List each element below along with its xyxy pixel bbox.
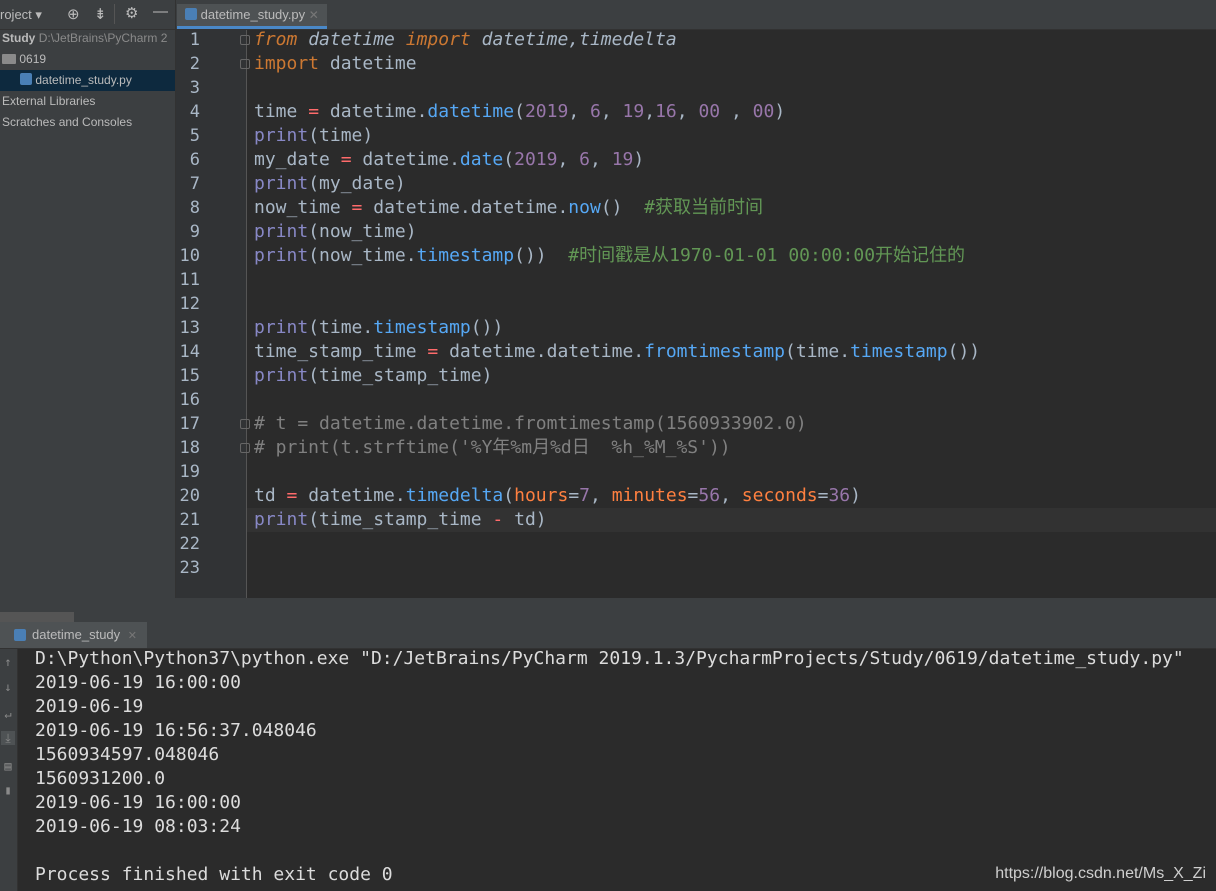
folder-icon (2, 54, 16, 64)
editor-tab-bar (176, 0, 1216, 30)
line-number: 23 (179, 558, 200, 578)
fold-marker[interactable] (240, 419, 250, 429)
python-run-icon (14, 629, 26, 641)
run-tab-datetime-study[interactable]: datetime_study ✕ (0, 622, 147, 648)
tree-file-datetime-study[interactable]: datetime_study.py (0, 70, 175, 91)
code-line[interactable]: time_stamp_time = datetime.datetime.from… (254, 340, 980, 364)
console-line: 2019-06-19 16:00:00 (35, 672, 241, 693)
line-number: 19 (179, 462, 200, 482)
minimize-icon[interactable]: — (153, 3, 168, 20)
trash-icon[interactable]: ▮ (1, 783, 15, 797)
code-line[interactable]: print(now_time) (254, 220, 417, 244)
watermark: https://blog.csdn.net/Ms_X_Zi (995, 865, 1206, 882)
line-number: 5 (189, 126, 200, 146)
code-line[interactable]: print(time) (254, 124, 373, 148)
close-icon[interactable]: ✕ (128, 630, 137, 642)
scroll-end-icon[interactable]: ⤓ (1, 731, 15, 745)
line-number: 2 (189, 54, 200, 74)
code-line[interactable]: print(now_time.timestamp()) #时间戳是从1970-0… (254, 244, 965, 268)
line-number: 21 (179, 510, 200, 530)
print-icon[interactable]: ▤ (1, 759, 15, 773)
line-number: 14 (179, 342, 200, 362)
arrow-up-icon[interactable]: ↑ (1, 655, 15, 669)
run-tab-bar (0, 622, 1216, 649)
code-line[interactable]: print(time.timestamp()) (254, 316, 503, 340)
console-line: D:\Python\Python37\python.exe "D:/JetBra… (35, 648, 1184, 669)
horizontal-scrollbar[interactable] (0, 612, 74, 622)
fold-marker[interactable] (240, 59, 250, 69)
code-line[interactable]: my_date = datetime.date(2019, 6, 19) (254, 148, 644, 172)
run-tab-label: datetime_study (32, 627, 121, 642)
tree-scratches[interactable]: Scratches and Consoles (0, 112, 177, 133)
panel-splitter[interactable] (0, 598, 1216, 622)
code-line[interactable]: time = datetime.datetime(2019, 6, 19,16,… (254, 100, 785, 124)
line-number: 11 (179, 270, 200, 290)
line-number: 7 (189, 174, 200, 194)
project-toolbar: roject ▾ ⊕ ⇟ ⚙ — (0, 0, 175, 30)
tree-external-libraries[interactable]: External Libraries (0, 91, 177, 112)
editor-tab-datetime-study[interactable]: datetime_study.py ✕ (177, 4, 327, 29)
line-number: 9 (189, 222, 200, 242)
tree-file-label: datetime_study.py (35, 73, 132, 87)
code-line[interactable]: print(time_stamp_time - td) (254, 508, 547, 532)
arrow-down-icon[interactable]: ↓ (1, 680, 15, 694)
line-number: 8 (189, 198, 200, 218)
collapse-icon[interactable]: ⇟ (94, 5, 107, 23)
line-number: 18 (179, 438, 200, 458)
line-number: 4 (189, 102, 200, 122)
soft-wrap-icon[interactable]: ↵ (1, 707, 15, 721)
tree-folder-0619[interactable]: 0619 (0, 49, 177, 70)
line-number: 16 (179, 390, 200, 410)
run-side-toolbar: ↑ ↓ ↵ ⤓ ▤ ▮ (0, 649, 18, 891)
line-number: 3 (189, 78, 200, 98)
code-line[interactable]: td = datetime.timedelta(hours=7, minutes… (254, 484, 861, 508)
fold-marker[interactable] (240, 35, 250, 45)
line-number: 1 (189, 30, 200, 50)
code-line[interactable]: # print(t.strftime('%Y年%m月%d日 %h_%M_%S')… (254, 436, 731, 460)
python-file-icon (20, 73, 32, 85)
console-line: 2019-06-19 (35, 696, 144, 717)
code-line[interactable]: print(my_date) (254, 172, 406, 196)
tree-root-name: Study (2, 31, 36, 45)
editor-tab-label: datetime_study.py (200, 7, 306, 22)
line-number: 6 (189, 150, 200, 170)
code-line[interactable]: import datetime (254, 52, 417, 76)
line-number: 10 (179, 246, 200, 266)
line-number: 12 (179, 294, 200, 314)
project-view-dropdown[interactable]: roject ▾ (0, 7, 42, 23)
line-number: 22 (179, 534, 200, 554)
code-line[interactable]: from datetime import datetime,timedelta (254, 28, 677, 52)
console-line: 1560934597.048046 (35, 744, 220, 765)
target-icon[interactable]: ⊕ (67, 5, 80, 23)
console-line: 2019-06-19 16:56:37.048046 (35, 720, 317, 741)
code-line[interactable]: print(time_stamp_time) (254, 364, 492, 388)
console-line: Process finished with exit code 0 (35, 864, 393, 885)
console-line: 2019-06-19 16:00:00 (35, 792, 241, 813)
tree-root-path: D:\JetBrains\PyCharm 2 (38, 31, 168, 45)
line-number: 15 (179, 366, 200, 386)
line-number: 13 (179, 318, 200, 338)
line-number: 20 (179, 486, 200, 506)
close-icon[interactable]: ✕ (309, 8, 319, 22)
console-line: 1560931200.0 (35, 768, 166, 789)
gear-icon[interactable]: ⚙ (125, 4, 138, 22)
toolbar-divider (114, 4, 115, 24)
python-file-icon (185, 8, 197, 20)
code-line[interactable]: # t = datetime.datetime.fromtimestamp(15… (254, 412, 807, 436)
fold-marker[interactable] (240, 443, 250, 453)
tree-folder-label: 0619 (19, 52, 47, 66)
line-number: 17 (179, 414, 200, 434)
code-line[interactable]: now_time = datetime.datetime.now() #获取当前… (254, 196, 763, 220)
tree-root[interactable]: Study D:\JetBrains\PyCharm 2 (0, 28, 177, 49)
console-line: 2019-06-19 08:03:24 (35, 816, 241, 837)
